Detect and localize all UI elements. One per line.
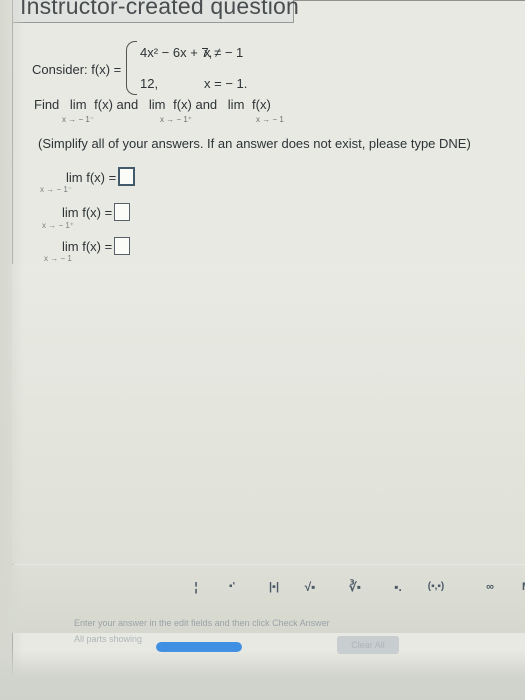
piecewise-case-1-expression: 4x² − 6x + 7,	[140, 45, 212, 60]
piecewise-case-2-condition: x = − 1.	[204, 76, 248, 91]
parts-showing-label: All parts showing	[74, 634, 143, 644]
left-limit-subscript: x → − 1⁻	[62, 115, 95, 124]
fx-and-right: f(x) and	[173, 97, 218, 112]
find-limits-line: Find lim f(x) and lim f(x) and lim f(x)	[34, 97, 271, 112]
absolute-value-tool-button[interactable]: |▪|	[264, 575, 284, 599]
consider-label: Consider: f(x) =	[32, 62, 122, 77]
left-limit-answer-input[interactable]	[118, 167, 136, 186]
left-limit-answer-label: lim f(x) =	[66, 170, 117, 185]
two-sided-limit-answer-label: lim f(x) =	[62, 239, 113, 254]
fraction-tool-button[interactable]: ¦	[188, 575, 204, 599]
case-1-expression-text: 4x² − 6x + 7,	[140, 45, 213, 60]
right-limit-answer-row: lim f(x) =	[62, 203, 131, 221]
right-limit-subscript: x → − 1⁺	[160, 115, 193, 124]
problem-page: Instructor-created question Consider: f(…	[0, 0, 525, 700]
page-title: Instructor-created question	[20, 0, 299, 19]
answer-instructions: (Simplify all of your answers. If an ans…	[38, 136, 471, 151]
right-limit-answer-label: lim f(x) =	[62, 205, 113, 220]
decimal-tool-button[interactable]: ▪.	[388, 575, 408, 599]
infinity-tool-button[interactable]: ∞	[479, 575, 501, 599]
nth-root-tool-button[interactable]: ∛▪	[342, 575, 368, 599]
left-shadow	[0, 0, 24, 700]
two-sided-limit-answer-subscript: x → − 1	[44, 254, 72, 263]
two-sided-limit-subscript: x → − 1	[256, 115, 284, 124]
limit-word-two-sided: lim	[227, 97, 245, 112]
square-root-tool-button[interactable]: √▪	[297, 575, 323, 599]
two-sided-limit-answer-input[interactable]	[114, 237, 131, 255]
right-limit-answer-subscript: x → − 1⁺	[42, 221, 75, 230]
exponent-tool-button[interactable]: ▪'	[222, 575, 242, 599]
blank-work-area	[12, 264, 525, 564]
limit-word-right: lim	[148, 97, 166, 112]
left-limit-answer-subscript: x → − 1⁻	[40, 185, 73, 194]
left-limit-answer-row: lim f(x) =	[66, 167, 136, 186]
fx-two-sided: f(x)	[252, 97, 271, 112]
fx-and-left: f(x) and	[94, 97, 139, 112]
answer-helper-text: Enter your answer in the edit fields and…	[74, 618, 330, 628]
piecewise-case-2-value: 12,	[140, 76, 159, 91]
piecewise-case-1-condition: x ≠ − 1	[204, 45, 244, 60]
two-sided-limit-answer-row: lim f(x) =	[62, 237, 131, 255]
limit-word-left: lim	[69, 97, 87, 112]
bottom-shadow	[0, 650, 525, 700]
right-limit-answer-input[interactable]	[114, 203, 131, 221]
more-tools-button[interactable]: Mo	[520, 575, 525, 599]
find-label: Find	[34, 97, 60, 112]
piecewise-brace	[126, 41, 137, 95]
interval-tool-button[interactable]: (▪,▪)	[423, 575, 449, 599]
